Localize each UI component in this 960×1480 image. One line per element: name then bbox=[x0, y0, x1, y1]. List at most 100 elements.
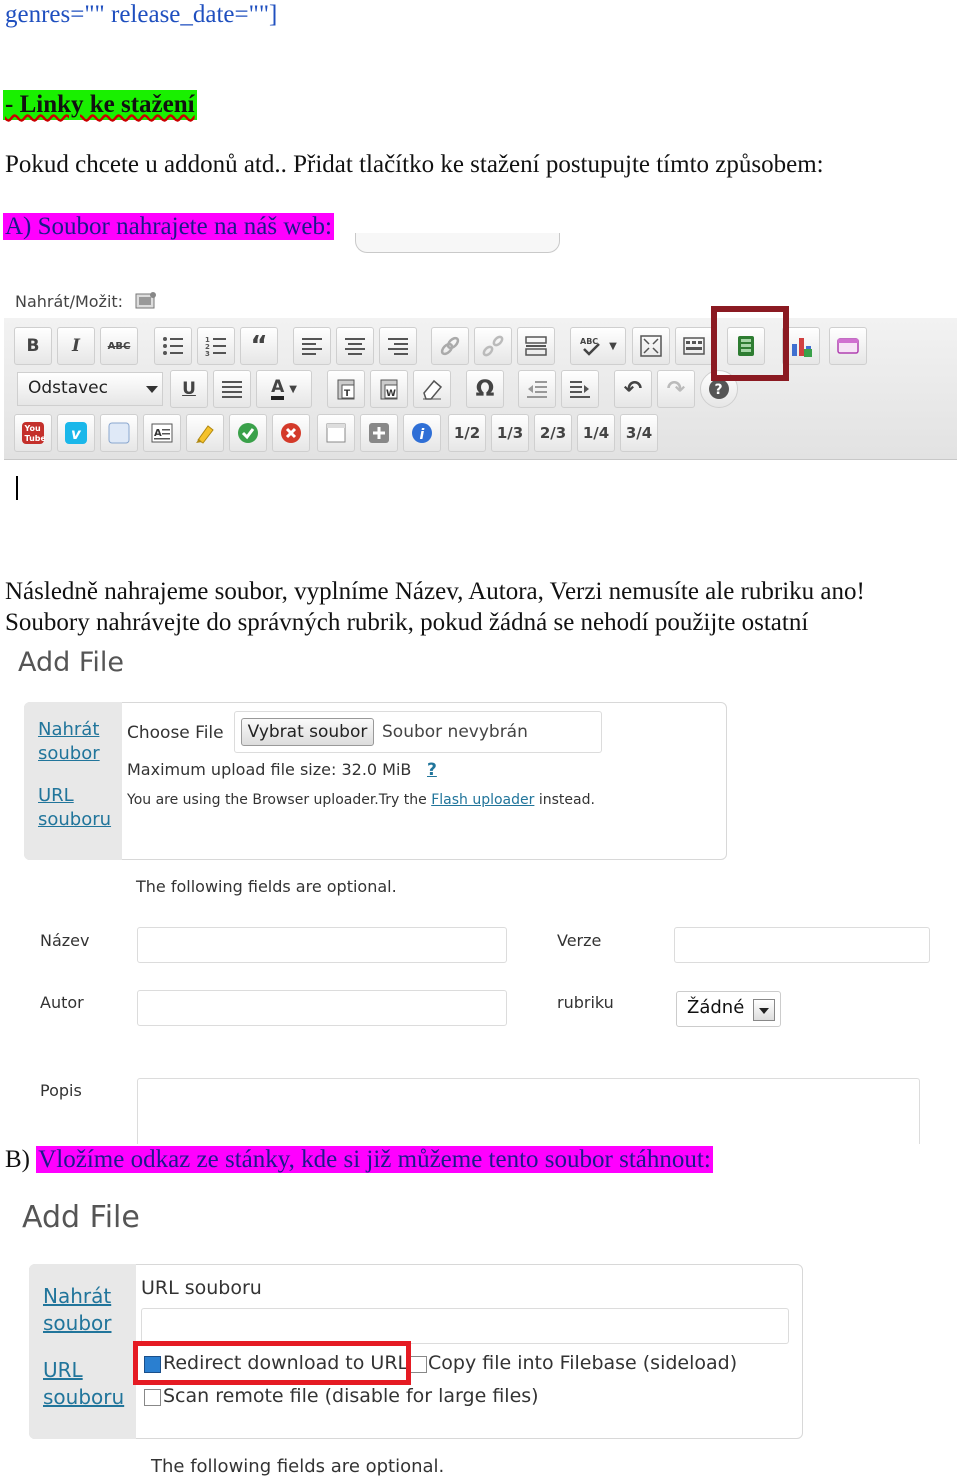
column-two-thirds-button[interactable]: 2/3 bbox=[534, 414, 572, 452]
svg-text:v: v bbox=[71, 425, 82, 443]
insert-link-icon[interactable] bbox=[431, 327, 469, 365]
step-b-text: Vložíme odkaz ze stánky, kde si již může… bbox=[36, 1146, 713, 1173]
bullet-list-button[interactable] bbox=[154, 327, 192, 365]
indent-icon[interactable] bbox=[561, 370, 599, 408]
align-center-button[interactable] bbox=[336, 327, 374, 365]
redo-icon[interactable]: ↷ bbox=[657, 370, 695, 408]
align-left-button[interactable] bbox=[293, 327, 331, 365]
more-tag-icon[interactable] bbox=[517, 327, 555, 365]
paste-word-icon[interactable]: W bbox=[370, 370, 408, 408]
note-box-icon[interactable] bbox=[317, 414, 355, 452]
url-field-label: URL souboru bbox=[141, 1277, 262, 1299]
no-file-chosen-text: Soubor nevybrán bbox=[382, 722, 528, 742]
uploader-note: You are using the Browser uploader.Try t… bbox=[127, 792, 595, 808]
svg-text:You: You bbox=[24, 424, 42, 433]
add-file-title: Add File bbox=[18, 647, 125, 678]
optional-fields-note-2: The following fields are optional. bbox=[151, 1456, 445, 1477]
scan-remote-checkbox[interactable] bbox=[144, 1389, 161, 1406]
unlink-icon[interactable] bbox=[474, 327, 512, 365]
name-input[interactable] bbox=[137, 927, 507, 963]
scan-remote-option-label: Scan remote file (disable for large file… bbox=[163, 1385, 539, 1407]
uploader-suffix: instead. bbox=[538, 792, 595, 808]
paste-text-icon[interactable]: T bbox=[327, 370, 365, 408]
highlighter-icon[interactable] bbox=[186, 414, 224, 452]
text-color-button[interactable]: A ▼ bbox=[256, 370, 312, 408]
browse-file-button[interactable]: Vybrat soubor bbox=[241, 718, 374, 746]
kitchen-sink-icon[interactable] bbox=[675, 327, 713, 365]
step-a-text: A) Soubor nahrajete na náš web: bbox=[3, 213, 334, 240]
file-url-tab-2[interactable]: URL souboru bbox=[43, 1357, 133, 1411]
cross-icon[interactable] bbox=[272, 414, 310, 452]
column-third-button[interactable]: 1/3 bbox=[491, 414, 529, 452]
svg-text:i: i bbox=[420, 427, 425, 443]
instruction-paragraph: Následně nahrajeme soubor, vyplníme Náze… bbox=[5, 578, 865, 605]
underline-button[interactable]: U bbox=[170, 370, 208, 408]
download-button-highlight bbox=[711, 306, 789, 381]
flash-uploader-link[interactable]: Flash uploader bbox=[431, 792, 534, 808]
version-label: Verze bbox=[557, 931, 602, 950]
text-cursor bbox=[16, 476, 18, 500]
youtube-icon[interactable]: You Tube bbox=[14, 414, 52, 452]
copy-file-checkbox[interactable] bbox=[410, 1356, 427, 1373]
intro-paragraph: Pokud chcete u addonů atd.. Přidat tlačí… bbox=[5, 151, 824, 178]
svg-text:W: W bbox=[386, 389, 396, 399]
text-box-icon[interactable]: A bbox=[143, 414, 181, 452]
blockquote-button[interactable]: “ bbox=[240, 327, 278, 365]
svg-text:3: 3 bbox=[205, 350, 210, 358]
undo-icon[interactable]: ↶ bbox=[614, 370, 652, 408]
add-file-title-2: Add File bbox=[22, 1200, 140, 1235]
paragraph-format-value: Odstavec bbox=[28, 378, 108, 398]
info-icon[interactable]: i bbox=[403, 414, 441, 452]
upload-insert-label: Nahrát/Možit: bbox=[15, 292, 124, 311]
description-label: Popis bbox=[40, 1081, 82, 1100]
bold-button[interactable]: B bbox=[14, 327, 52, 365]
column-three-quarters-button[interactable]: 3/4 bbox=[620, 414, 658, 452]
chevron-down-icon bbox=[753, 999, 775, 1021]
justify-button[interactable] bbox=[213, 370, 251, 408]
svg-text:A: A bbox=[154, 428, 162, 439]
step-b-prefix: B) bbox=[5, 1146, 37, 1173]
column-half-button[interactable]: 1/2 bbox=[448, 414, 486, 452]
version-input[interactable] bbox=[674, 927, 930, 963]
rubric-paragraph: Soubory nahrávejte do správných rubrik, … bbox=[5, 609, 809, 636]
description-textarea[interactable] bbox=[137, 1078, 920, 1144]
file-url-tab[interactable]: URL souboru bbox=[38, 784, 118, 832]
upload-file-tab[interactable]: Nahrát soubor bbox=[38, 718, 118, 766]
copy-file-option-label: Copy file into Filebase (sideload) bbox=[428, 1352, 738, 1374]
vimeo-icon[interactable]: v bbox=[57, 414, 95, 452]
fullscreen-icon[interactable] bbox=[632, 327, 670, 365]
links-heading: - Linky ke stažení bbox=[3, 90, 197, 120]
plus-box-icon[interactable] bbox=[360, 414, 398, 452]
help-link[interactable]: ? bbox=[427, 758, 437, 782]
italic-button[interactable]: I bbox=[57, 327, 95, 365]
strikethrough-button[interactable]: ABC bbox=[100, 327, 138, 365]
spellcheck-button[interactable]: ABC ▼ bbox=[570, 327, 626, 365]
svg-text:?: ? bbox=[715, 382, 723, 398]
author-input[interactable] bbox=[137, 990, 507, 1026]
numbered-list-button[interactable]: 123 bbox=[197, 327, 235, 365]
redirect-highlight bbox=[133, 1341, 411, 1385]
special-character-button[interactable]: Ω bbox=[466, 370, 504, 408]
optional-fields-note: The following fields are optional. bbox=[136, 877, 397, 896]
max-upload-size: Maximum upload file size: 32.0 MiB bbox=[127, 760, 412, 779]
media-upload-icon[interactable] bbox=[133, 291, 157, 311]
choose-file-label: Choose File bbox=[127, 723, 224, 743]
check-icon[interactable] bbox=[229, 414, 267, 452]
column-quarter-button[interactable]: 1/4 bbox=[577, 414, 615, 452]
author-label: Autor bbox=[40, 993, 84, 1012]
blank-box-icon[interactable] bbox=[100, 414, 138, 452]
eraser-icon[interactable] bbox=[413, 370, 451, 408]
window-frame-icon[interactable] bbox=[829, 327, 867, 365]
url-input[interactable] bbox=[141, 1308, 789, 1344]
upload-file-tab-2[interactable]: Nahrát soubor bbox=[43, 1283, 133, 1337]
align-right-button[interactable] bbox=[379, 327, 417, 365]
rubric-select[interactable]: Žádné bbox=[676, 991, 781, 1027]
editor-tab-tail bbox=[355, 233, 560, 253]
shortcode-tail: genres="" release_date=""] bbox=[5, 1, 278, 28]
name-label: Název bbox=[40, 931, 90, 950]
uploader-prefix: You are using the Browser uploader.Try t… bbox=[127, 792, 427, 808]
outdent-icon[interactable] bbox=[518, 370, 556, 408]
paragraph-format-select[interactable]: Odstavec bbox=[17, 372, 163, 406]
rubric-select-value: Žádné bbox=[687, 997, 745, 1018]
step-b: B) Vložíme odkaz ze stánky, kde si již m… bbox=[5, 1145, 713, 1175]
